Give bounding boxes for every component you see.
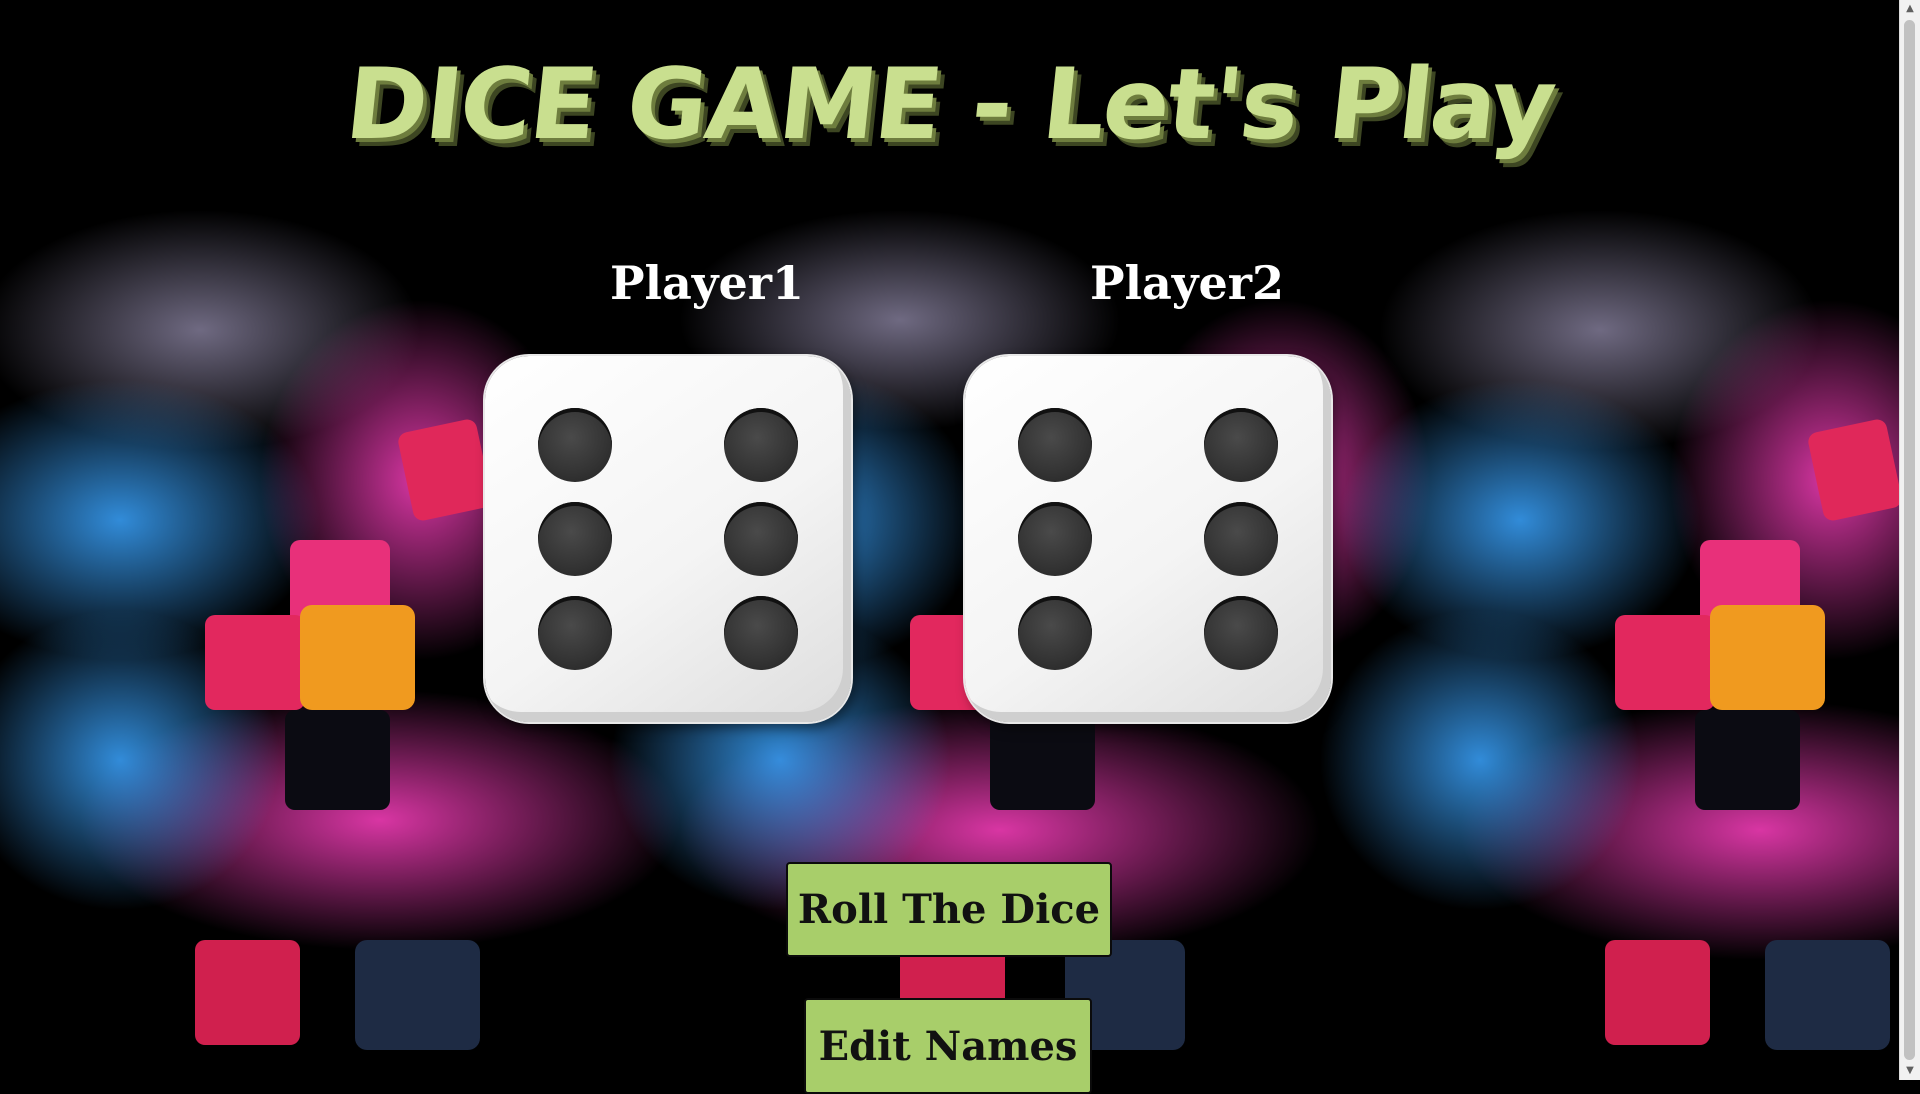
die-pip: [538, 502, 612, 576]
die-pip: [1204, 596, 1278, 670]
die-pip: [1018, 502, 1092, 576]
die-pip: [1204, 502, 1278, 576]
player2-die: [965, 356, 1331, 722]
die-pip: [724, 408, 798, 482]
die-pip: [724, 596, 798, 670]
chevron-down-icon[interactable]: ▼: [1900, 1062, 1920, 1080]
player2-name: Player2: [1089, 256, 1285, 310]
player1-name: Player1: [609, 256, 805, 310]
scrollbar-thumb[interactable]: [1904, 20, 1915, 1060]
roll-dice-button[interactable]: Roll The Dice: [786, 862, 1112, 957]
die-pip: [1204, 408, 1278, 482]
die-pip: [538, 596, 612, 670]
vertical-scrollbar[interactable]: ▲ ▼: [1899, 0, 1920, 1080]
chevron-up-icon[interactable]: ▲: [1900, 0, 1920, 18]
page-title: DICE GAME - Let's Play: [340, 48, 1560, 162]
die-pip: [724, 502, 798, 576]
die-pip: [1018, 596, 1092, 670]
die-pip: [538, 408, 612, 482]
die-pip: [1018, 408, 1092, 482]
player1-die: [485, 356, 851, 722]
